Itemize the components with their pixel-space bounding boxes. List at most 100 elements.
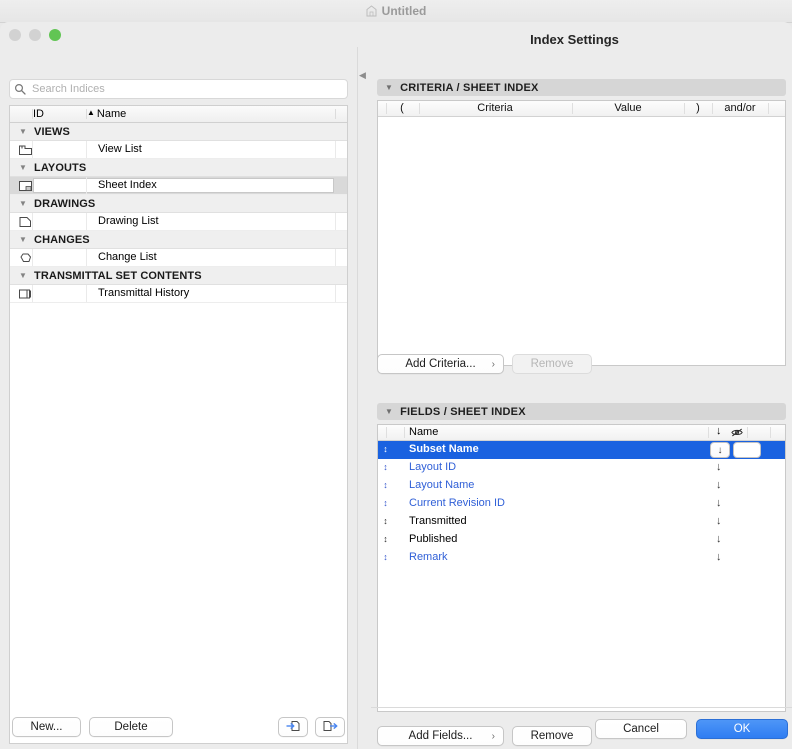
field-sort-button[interactable]: ↓ <box>710 442 730 458</box>
group-header-changes[interactable]: ▼ CHANGES <box>10 231 347 249</box>
group-header-drawings[interactable]: ▼ DRAWINGS <box>10 195 347 213</box>
hidden-eye-icon[interactable] <box>730 425 745 442</box>
reorder-handle-icon[interactable]: ↕ <box>381 479 390 492</box>
list-item-label: Change List <box>98 251 157 263</box>
fields-table[interactable]: Name ↓ ↕ Subset Name ↓ ↕ Layout ID ↓ ↕ L… <box>377 424 786 712</box>
minimize-window-button[interactable] <box>29 29 41 41</box>
field-sort-icon[interactable]: ↓ <box>716 533 722 545</box>
criteria-column-value[interactable]: Value <box>573 102 683 114</box>
list-item-label: Transmittal History <box>98 287 190 299</box>
field-row-published[interactable]: ↕ Published ↓ <box>378 531 785 549</box>
group-header-layouts[interactable]: ▼ LAYOUTS <box>10 159 347 177</box>
reorder-handle-icon[interactable]: ↕ <box>381 551 390 564</box>
sidebar-toolbar: New... Delete <box>0 705 357 749</box>
field-sort-icon[interactable]: ↓ <box>716 551 722 563</box>
group-header-views[interactable]: ▼ VIEWS <box>10 123 347 141</box>
group-label: DRAWINGS <box>34 197 96 210</box>
traffic-lights <box>9 29 61 41</box>
collapse-sidebar-icon[interactable]: ◀ <box>359 71 366 80</box>
reorder-handle-icon[interactable]: ↕ <box>381 443 390 456</box>
zoom-window-button[interactable] <box>49 29 61 41</box>
fields-section-title: FIELDS / SHEET INDEX <box>400 405 526 418</box>
field-sort-icon[interactable]: ↓ <box>716 479 722 491</box>
add-criteria-button[interactable]: Add Criteria... › <box>377 354 504 374</box>
cancel-button[interactable]: Cancel <box>595 719 687 739</box>
dialog-action-bar: Cancel OK <box>371 707 792 749</box>
chevron-down-icon[interactable]: ▼ <box>385 407 393 416</box>
chevron-down-icon[interactable]: ▼ <box>385 83 393 92</box>
criteria-column-andor[interactable]: and/or <box>713 102 767 114</box>
list-item-label: Sheet Index <box>98 179 157 191</box>
criteria-column-open-paren[interactable]: ( <box>392 102 412 114</box>
reorder-handle-icon[interactable]: ↕ <box>381 461 390 474</box>
new-button[interactable]: New... <box>12 717 81 737</box>
indices-list-header: ID ▲ Name <box>10 106 347 123</box>
reorder-handle-icon[interactable]: ↕ <box>381 533 390 546</box>
list-item-label: Drawing List <box>98 215 159 227</box>
chevron-down-icon[interactable]: ▼ <box>19 127 27 136</box>
document-icon <box>366 5 377 17</box>
field-row-layout-name[interactable]: ↕ Layout Name ↓ <box>378 477 785 495</box>
field-sort-icon[interactable]: ↓ <box>716 461 722 473</box>
document-title-group: Untitled <box>366 4 427 18</box>
list-item[interactable]: Transmittal History <box>10 285 347 303</box>
sort-ascending-icon: ▲ <box>87 108 95 117</box>
search-container <box>9 79 348 99</box>
chevron-down-icon[interactable]: ▼ <box>19 199 27 208</box>
chevron-down-icon[interactable]: ▼ <box>19 163 27 172</box>
field-row-transmitted[interactable]: ↕ Transmitted ↓ <box>378 513 785 531</box>
field-visibility-toggle[interactable] <box>733 442 761 458</box>
chevron-down-icon[interactable]: ▼ <box>19 235 27 244</box>
index-settings-panel: ▼ CRITERIA / SHEET INDEX ( Criteria Valu… <box>371 47 792 749</box>
chevron-down-icon[interactable]: ▼ <box>19 271 27 280</box>
column-header-name[interactable]: ▲ Name <box>87 108 126 120</box>
group-label: CHANGES <box>34 233 90 246</box>
remove-criteria-button[interactable]: Remove <box>512 354 592 374</box>
field-row-subset-name[interactable]: ↕ Subset Name ↓ <box>378 441 785 459</box>
field-name: Remark <box>409 551 448 563</box>
fields-column-name[interactable]: Name <box>409 426 438 438</box>
criteria-toolbar: Add Criteria... › Remove <box>377 354 786 376</box>
field-sort-icon[interactable]: ↓ <box>716 515 722 527</box>
import-button[interactable] <box>278 717 308 737</box>
close-window-button[interactable] <box>9 29 21 41</box>
field-name: Current Revision ID <box>409 497 505 509</box>
search-icon <box>14 83 26 95</box>
column-header-id[interactable]: ID <box>33 108 44 120</box>
list-item-sheet-index[interactable]: Sheet Index <box>10 177 347 195</box>
criteria-column-criteria[interactable]: Criteria <box>420 102 570 114</box>
field-name: Transmitted <box>409 515 467 527</box>
field-name: Subset Name <box>409 443 479 455</box>
field-row-remark[interactable]: ↕ Remark ↓ <box>378 549 785 567</box>
criteria-section-title: CRITERIA / SHEET INDEX <box>400 81 539 94</box>
export-button[interactable] <box>315 717 345 737</box>
search-input[interactable] <box>30 82 330 96</box>
fields-section: ▼ FIELDS / SHEET INDEX Name ↓ ↕ Subset N… <box>377 403 786 712</box>
document-titlebar: Untitled <box>0 0 792 23</box>
group-label: VIEWS <box>34 125 70 138</box>
fields-section-header[interactable]: ▼ FIELDS / SHEET INDEX <box>377 403 786 420</box>
pane-splitter[interactable]: ◀ <box>357 47 371 749</box>
criteria-section-header[interactable]: ▼ CRITERIA / SHEET INDEX <box>377 79 786 96</box>
sort-descending-icon[interactable]: ↓ <box>716 425 722 437</box>
criteria-table[interactable]: ( Criteria Value ) and/or <box>377 100 786 366</box>
reorder-handle-icon[interactable]: ↕ <box>381 515 390 528</box>
ok-button[interactable]: OK <box>696 719 788 739</box>
indices-sidebar: ID ▲ Name ▼ VIEWS <box>0 47 357 749</box>
criteria-section: ▼ CRITERIA / SHEET INDEX ( Criteria Valu… <box>377 79 786 366</box>
fields-table-header: Name ↓ <box>378 425 785 441</box>
field-row-layout-id[interactable]: ↕ Layout ID ↓ <box>378 459 785 477</box>
field-row-current-revision-id[interactable]: ↕ Current Revision ID ↓ <box>378 495 785 513</box>
indices-list[interactable]: ID ▲ Name ▼ VIEWS View List ▼ LAYOUTS Sh… <box>9 105 348 744</box>
list-item-label: View List <box>98 143 142 155</box>
criteria-column-close-paren[interactable]: ) <box>685 102 711 114</box>
list-item[interactable]: Drawing List <box>10 213 347 231</box>
reorder-handle-icon[interactable]: ↕ <box>381 497 390 510</box>
list-item[interactable]: Change List <box>10 249 347 267</box>
field-sort-icon[interactable]: ↓ <box>716 497 722 509</box>
group-header-transmittal-set-contents[interactable]: ▼ TRANSMITTAL SET CONTENTS <box>10 267 347 285</box>
delete-button[interactable]: Delete <box>89 717 173 737</box>
document-title-text: Untitled <box>381 4 427 18</box>
search-field[interactable] <box>9 79 348 99</box>
list-item[interactable]: View List <box>10 141 347 159</box>
